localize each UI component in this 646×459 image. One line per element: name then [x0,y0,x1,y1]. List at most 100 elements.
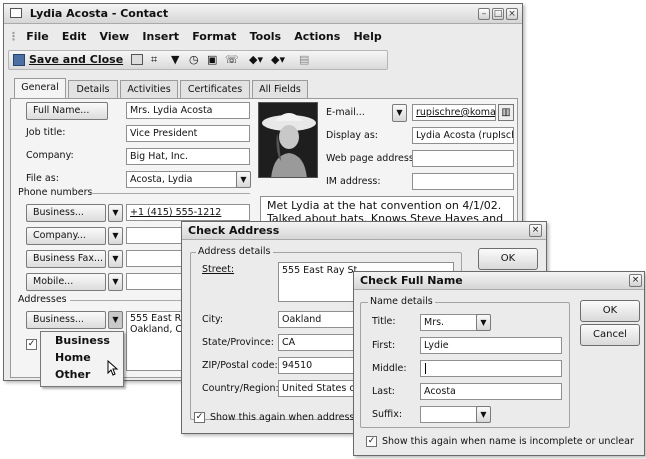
address-option-home[interactable]: Home [55,351,91,364]
mailing-address-checkbox[interactable]: ✓ [26,339,37,350]
contact-card-icon[interactable]: ▣ [207,53,217,66]
categories-icon[interactable]: ◷ [189,53,199,66]
call-icon[interactable]: ☏ [225,53,239,66]
city-label: City: [202,314,224,325]
first-name-label: First: [372,340,396,351]
web-page-field[interactable] [412,150,514,167]
menu-file[interactable]: File [26,30,49,43]
company-field[interactable]: Big Hat, Inc. [126,148,250,165]
job-title-field[interactable]: Vice President [126,125,250,142]
last-name-label: Last: [372,386,395,397]
check-full-name-titlebar: Check Full Name [354,272,644,290]
zip-label: ZIP/Postal code: [202,360,278,371]
name-title-dropdown[interactable]: ▼ [476,314,491,331]
full-name-field[interactable]: Mrs. Lydia Acosta [126,102,250,119]
address-show-again-checkbox[interactable]: ✓ [194,412,205,423]
flag-icon[interactable]: ▼ [171,53,179,66]
file-as-label: File as: [26,173,59,184]
phone-business-fax-button[interactable]: Business Fax... [26,250,106,268]
address-option-other[interactable]: Other [55,368,90,381]
maximize-button[interactable]: □ [492,8,504,20]
file-as-field[interactable]: Acosta, Lydia [126,171,250,188]
phone-business-button[interactable]: Business... [26,204,106,222]
save-and-close-button[interactable]: Save and Close [29,53,123,66]
contact-photo[interactable] [258,102,318,178]
menu-help[interactable]: Help [353,30,381,43]
phone-mobile-dropdown[interactable]: ▼ [108,273,123,291]
phone-business-fax-dropdown[interactable]: ▼ [108,250,123,268]
tab-certificates[interactable]: Certificates [180,80,250,98]
phone-numbers-label: Phone numbers [18,187,93,198]
menu-view[interactable]: View [100,30,130,43]
menu-bar: ⋮ File Edit View Insert Format Tools Act… [8,30,382,43]
check-address-close-button[interactable]: × [529,224,542,237]
contact-photo-image [259,103,317,177]
phone-company-button[interactable]: Company... [26,227,106,245]
menu-tools[interactable]: Tools [250,30,281,43]
im-address-field[interactable] [412,173,514,190]
menu-edit[interactable]: Edit [62,30,86,43]
display-as-field[interactable]: Lydia Acosta (rupIschke [412,127,514,144]
phone-business-field[interactable]: +1 (415) 555-1212 [126,204,250,221]
address-option-business[interactable]: Business [55,334,110,347]
minimize-button[interactable]: – [478,8,490,20]
print-icon[interactable] [131,54,143,65]
company-label: Company: [26,150,74,161]
middle-name-field[interactable] [420,360,562,377]
state-label: State/Province: [202,337,274,348]
check-full-name-title: Check Full Name [360,274,463,287]
mouse-cursor-icon [107,360,119,376]
tab-general[interactable]: General [14,78,66,99]
full-name-button[interactable]: Full Name... [26,102,108,120]
first-name-field[interactable]: Lydie [420,337,562,354]
country-label: Country/Region: [202,383,279,394]
contact-titlebar: Lydia Acosta - Contact [4,4,522,24]
name-show-again-checkbox[interactable]: ✓ [366,436,377,447]
menu-actions[interactable]: Actions [294,30,340,43]
suffix-dropdown[interactable]: ▼ [476,406,491,423]
next-item-icon[interactable]: ◆▾ [271,53,285,66]
check-address-title: Check Address [188,224,280,237]
menu-insert[interactable]: Insert [142,30,179,43]
name-details-label: Name details [368,296,435,307]
phone-business-dropdown[interactable]: ▼ [108,204,123,222]
tab-details[interactable]: Details [68,80,118,98]
suffix-label: Suffix: [372,409,403,420]
address-type-menu: Business Home Other [40,331,124,387]
email-dropdown[interactable]: ▼ [392,104,407,122]
file-as-dropdown-arrow[interactable]: ▼ [236,171,251,188]
name-title-label: Title: [372,316,396,327]
text-cursor [425,363,426,374]
address-type-button[interactable]: Business... [26,311,106,329]
phone-mobile-button[interactable]: Mobile... [26,273,106,291]
tab-all-fields[interactable]: All Fields [252,80,308,98]
attach-icon[interactable]: ⌗ [151,53,157,67]
tab-activities[interactable]: Activities [120,80,178,98]
check-full-name-cancel-button[interactable]: Cancel [580,324,640,346]
close-window-button[interactable]: × [506,8,518,20]
menu-format[interactable]: Format [192,30,236,43]
check-address-ok-button[interactable]: OK [478,248,538,270]
check-full-name-dialog: Check Full Name × Name details Title: Mr… [353,271,645,456]
phone-company-dropdown[interactable]: ▼ [108,227,123,245]
window-title: Lydia Acosta - Contact [29,7,169,20]
addresses-label: Addresses [18,294,67,305]
toolbar: Save and Close ⌗ ▼ ◷ ▣ ☏ ◆▾ ◆▾ ▤ [8,50,388,70]
phone-divider [90,193,250,194]
web-page-label: Web page address: [326,153,418,164]
address-type-dropdown[interactable]: ▼ [108,311,123,329]
last-name-field[interactable]: Acosta [420,383,562,400]
check-address-titlebar: Check Address [182,222,546,240]
check-full-name-ok-button[interactable]: OK [580,300,640,322]
display-as-label: Display as: [326,130,379,141]
check-full-name-close-button[interactable]: × [629,274,642,287]
previous-item-icon[interactable]: ◆▾ [249,53,263,66]
name-show-again-label: Show this again when name is incomplete … [382,436,634,447]
address-book-icon[interactable]: ▤ [299,53,309,66]
address-book-icon[interactable]: ▥ [498,104,514,121]
email-button[interactable]: E-mail... [326,105,388,123]
middle-name-label: Middle: [372,363,407,374]
contact-window-icon [10,8,22,18]
email-field[interactable]: rupischre@komail. [412,104,496,121]
notes-line-1: Met Lydia at the hat convention on 4/1/0… [267,199,502,212]
